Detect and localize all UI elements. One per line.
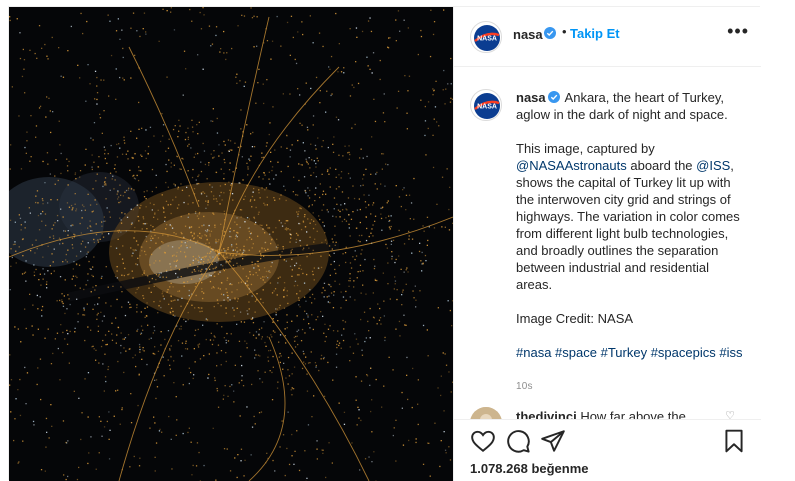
comment-avatar[interactable]	[470, 407, 502, 419]
post-caption: nasa Ankara, the heart of Turkey, aglow …	[516, 89, 746, 395]
caption-avatar[interactable]: NASA	[470, 89, 502, 121]
instagram-post: NASA nasa • Takip Et ••• NASA nasa Ankar…	[8, 6, 761, 481]
separator-dot: •	[562, 24, 567, 39]
verified-badge-icon	[547, 91, 560, 103]
caption-username[interactable]: nasa	[516, 90, 546, 105]
like-count[interactable]: 1.078.268 beğenme	[470, 461, 589, 476]
save-bookmark-icon[interactable]	[721, 428, 747, 454]
nasa-logo-icon: NASA	[474, 25, 500, 51]
hashtag-link[interactable]: #nasa	[516, 345, 551, 360]
hashtags: #nasa #space #Turkey #spacepics #iss	[516, 344, 746, 361]
comment-like-icon[interactable]: ♡	[725, 409, 735, 419]
mention-link[interactable]: @ISS	[696, 158, 730, 173]
ankara-night-photo	[9, 7, 453, 481]
image-credit: Image Credit: NASA	[516, 311, 634, 326]
action-bar: 1.078.268 beğenme	[454, 419, 761, 481]
hashtag-link[interactable]: #space	[555, 345, 597, 360]
hashtag-link[interactable]: #spacepics	[651, 345, 716, 360]
share-paper-plane-icon[interactable]	[540, 428, 566, 454]
caption-text: This image, captured by	[516, 141, 655, 156]
svg-text:NASA: NASA	[477, 104, 497, 111]
hashtag-link[interactable]: #Turkey	[601, 345, 647, 360]
verified-badge-icon	[544, 27, 556, 39]
caption-text: aboard the	[626, 158, 697, 173]
caption-text: , shows the capital of Turkey lit up wit…	[516, 158, 740, 292]
post-image[interactable]	[9, 7, 453, 481]
post-details-panel: NASA nasa • Takip Et ••• NASA nasa Ankar…	[453, 7, 761, 481]
more-options-icon[interactable]: •••	[727, 21, 749, 41]
comment-body: How far above the	[580, 409, 686, 419]
post-header: NASA nasa • Takip Et •••	[454, 7, 761, 67]
nasa-logo-icon: NASA	[474, 93, 500, 119]
comment: thedivinci How far above the	[516, 409, 686, 419]
mention-link[interactable]: @NASAAstronauts	[516, 158, 627, 173]
comment-bubble-icon[interactable]	[505, 428, 531, 454]
user-photo-icon	[470, 407, 502, 419]
caption-paragraph: This image, captured by @NASAAstronauts …	[516, 140, 746, 293]
hashtag-link[interactable]: #iss	[719, 345, 742, 360]
svg-text:NASA: NASA	[477, 36, 497, 43]
follow-button[interactable]: Takip Et	[570, 26, 620, 41]
like-heart-icon[interactable]	[470, 428, 496, 454]
comments-area: NASA nasa Ankara, the heart of Turkey, a…	[454, 67, 761, 419]
comment-username[interactable]: thedivinci	[516, 409, 577, 419]
avatar[interactable]: NASA	[470, 21, 502, 53]
caption-time[interactable]: 10s	[516, 378, 746, 395]
account-username[interactable]: nasa	[513, 27, 543, 42]
